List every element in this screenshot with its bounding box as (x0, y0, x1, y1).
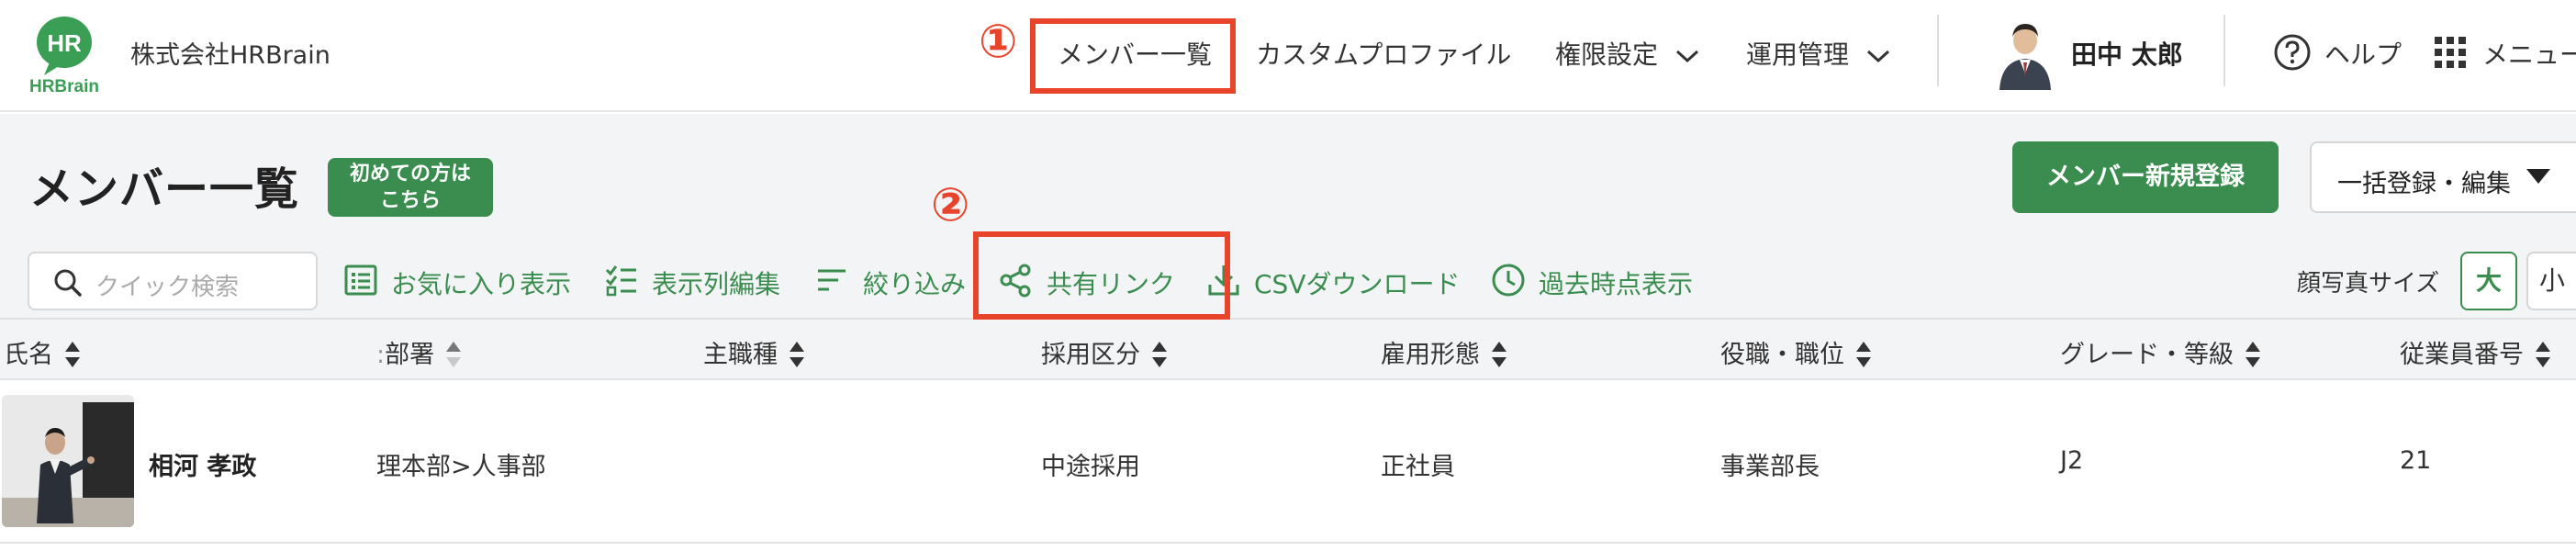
nav-permission-settings-label: 権限設定 (1555, 39, 1659, 70)
column-name-label: 氏名 (4, 341, 53, 369)
help-link[interactable]: ヘルプ (2324, 35, 2402, 72)
column-header-position[interactable]: 役職・職位 (1720, 334, 1872, 370)
favorites-view-button[interactable]: お気に入り表示 (343, 263, 582, 299)
favorites-view-label: お気に入り表示 (391, 269, 572, 299)
cell-employment-type: 正社員 (1381, 453, 1455, 481)
edit-columns-label: 表示列編集 (652, 269, 781, 299)
step-2-highlight-box (973, 231, 1230, 320)
app-root: HR HRBrain 株式会社HRBrain メンバー一覧 カスタムプロファイル… (0, 0, 2576, 551)
step-1-marker: ① (979, 15, 1018, 68)
column-header-employment-type[interactable]: 雇用形態 (1381, 334, 1507, 370)
cell-name[interactable]: 相河 孝政 (149, 446, 256, 482)
column-employment-type-label: 雇用形態 (1381, 341, 1480, 369)
column-hiring-type-label: 採用区分 (1041, 341, 1140, 369)
filter-button[interactable]: 絞り込み (815, 263, 971, 299)
member-photo[interactable] (2, 395, 134, 527)
company-name: 株式会社HRBrain (130, 41, 330, 70)
top-navigation-bar: HR HRBrain 株式会社HRBrain メンバー一覧 カスタムプロファイル… (0, 0, 2576, 112)
list-toolbar: クイック検索 お気に入り表示 表示列編集 絞り込み 共有リンク CSVダウンロー… (0, 244, 2576, 318)
sort-icon (65, 341, 80, 367)
cell-hiring-type: 中途採用 (1041, 453, 1140, 481)
help-icon[interactable] (2273, 33, 2312, 72)
bulk-register-edit-dropdown[interactable]: 一括登録・編集 (2310, 141, 2576, 213)
chevron-down-icon (1675, 50, 1698, 63)
column-grade-label: グレード・等級 (2060, 341, 2234, 369)
column-header-department[interactable]: :部署 (376, 334, 462, 370)
sort-icon (790, 341, 804, 367)
first-time-guide-button[interactable]: 初めての方は こちら (328, 158, 493, 217)
first-time-guide-line2: こちら (379, 189, 441, 212)
sort-icon (1152, 341, 1167, 367)
column-employee-number-label: 従業員番号 (2400, 341, 2524, 369)
user-avatar[interactable] (1996, 17, 2055, 90)
sort-icon (2536, 341, 2550, 367)
quick-search-input[interactable]: クイック検索 (28, 252, 318, 310)
bulk-register-edit-label: 一括登録・編集 (2337, 170, 2511, 198)
nav-operation-management[interactable]: 運用管理 (1746, 35, 1890, 72)
logo-text-bottom: HRBrain (29, 77, 99, 96)
user-name[interactable]: 田中 太郎 (2071, 35, 2183, 72)
search-placeholder: クイック検索 (95, 274, 240, 301)
sort-icon (2246, 341, 2260, 367)
table-row[interactable]: 相河 孝政 理本部>人事部 中途採用 正社員 事業部長 J2 21 (0, 380, 2576, 544)
chevron-down-icon (1866, 50, 1889, 63)
column-header-employee-number[interactable]: 従業員番号 (2400, 334, 2551, 370)
list-card-icon (344, 264, 377, 296)
page-header: メンバー一覧 初めての方は こちら メンバー新規登録 一括登録・編集 (0, 114, 2576, 244)
csv-download-label: CSVダウンロード (1254, 269, 1461, 299)
grid-menu-icon[interactable] (2435, 37, 2466, 68)
nav-permission-settings[interactable]: 権限設定 (1555, 35, 1699, 72)
cell-employee-number: 21 (2400, 446, 2432, 475)
cell-grade: J2 (2060, 446, 2084, 475)
column-header-name[interactable]: 氏名 (4, 334, 81, 370)
nav-operation-management-label: 運用管理 (1746, 39, 1850, 70)
cell-position: 事業部長 (1720, 453, 1820, 481)
filter-lines-icon (818, 269, 846, 291)
page-title: メンバー一覧 (29, 163, 300, 215)
column-header-main-job[interactable]: 主職種 (703, 334, 805, 370)
column-main-job-label: 主職種 (703, 341, 778, 369)
first-time-guide-line1: 初めての方は (349, 163, 471, 186)
step-1-highlight-box (1030, 18, 1236, 94)
caret-down-icon (2526, 169, 2550, 184)
column-header-hiring-type[interactable]: 採用区分 (1041, 334, 1168, 370)
nav-divider (2223, 15, 2225, 86)
sort-ascending-icon (446, 341, 462, 367)
sort-icon (1492, 341, 1506, 367)
csv-download-button[interactable]: CSVダウンロード (1206, 263, 1482, 299)
edit-columns-button[interactable]: 表示列編集 (604, 263, 797, 299)
column-department-label: :部署 (376, 341, 435, 369)
past-view-label: 過去時点表示 (1539, 269, 1694, 299)
past-view-button[interactable]: 過去時点表示 (1491, 263, 1711, 299)
nav-divider (1937, 15, 1939, 86)
hrbrain-logo[interactable]: HR HRBrain (26, 15, 103, 96)
sort-icon (1856, 341, 1871, 367)
new-member-button[interactable]: メンバー新規登録 (2012, 141, 2279, 213)
column-position-label: 役職・職位 (1720, 341, 1844, 369)
photo-size-small-button[interactable]: 小 (2526, 252, 2576, 310)
clock-icon (1492, 264, 1525, 297)
step-2-marker: ② (931, 178, 970, 231)
nav-custom-profile[interactable]: カスタムプロファイル (1256, 35, 1511, 72)
filter-label: 絞り込み (863, 269, 967, 299)
checklist-icon (605, 265, 636, 297)
column-header-grade[interactable]: グレード・等級 (2060, 334, 2261, 370)
nav-custom-profile-label: カスタムプロファイル (1256, 39, 1512, 70)
search-icon (54, 269, 82, 297)
logo-text-top: HR (47, 29, 82, 57)
menu-link[interactable]: メニュー (2482, 35, 2576, 72)
photo-size-label: 顔写真サイズ (2297, 270, 2440, 298)
table-header: 氏名 :部署 主職種 採用区分 雇用形態 役職・職位 グレード・等級 従業員番号 (0, 318, 2576, 380)
photo-size-large-button[interactable]: 大 (2460, 252, 2517, 310)
cell-department: 理本部>人事部 (376, 453, 546, 481)
